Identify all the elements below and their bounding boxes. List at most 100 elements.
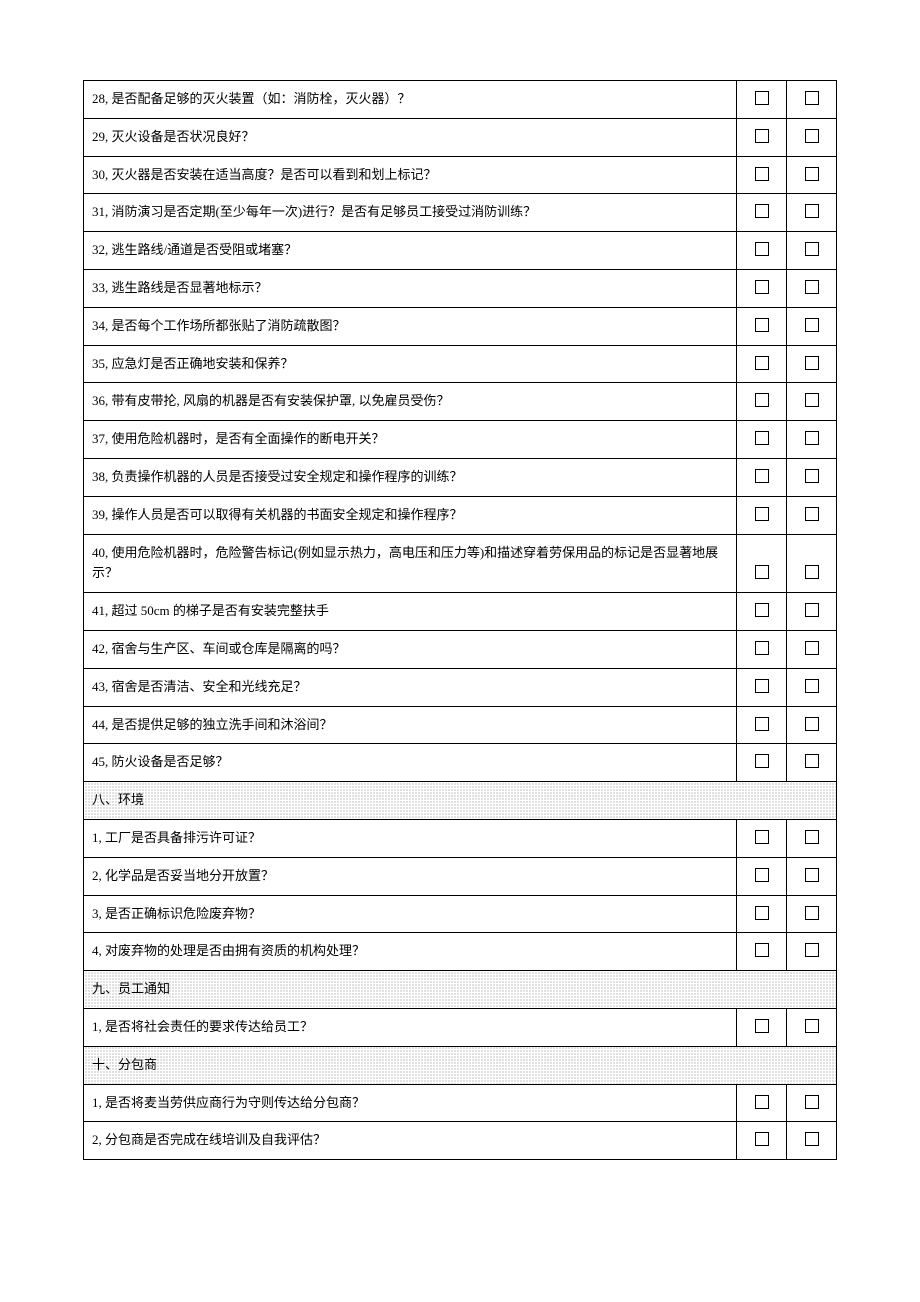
checkbox-icon[interactable] (805, 754, 819, 768)
checkbox-icon[interactable] (805, 91, 819, 105)
checkbox-icon[interactable] (755, 603, 769, 617)
checkbox-icon[interactable] (805, 393, 819, 407)
checkbox-cell-no (787, 156, 837, 194)
checkbox-icon[interactable] (805, 717, 819, 731)
checkbox-cell-no (787, 194, 837, 232)
table-row: 35, 应急灯是否正确地安装和保养？ (84, 345, 837, 383)
checkbox-cell-yes (737, 194, 787, 232)
question-cell: 2, 分包商是否完成在线培训及自我评估？ (84, 1122, 737, 1160)
checkbox-icon[interactable] (755, 1132, 769, 1146)
checkbox-cell-yes (737, 593, 787, 631)
checkbox-icon[interactable] (805, 906, 819, 920)
checkbox-icon[interactable] (755, 242, 769, 256)
checkbox-icon[interactable] (755, 167, 769, 181)
question-cell: 33, 逃生路线是否显著地标示？ (84, 269, 737, 307)
checkbox-cell-no (787, 895, 837, 933)
checkbox-cell-yes (737, 421, 787, 459)
checkbox-cell-no (787, 421, 837, 459)
checkbox-icon[interactable] (755, 280, 769, 294)
checkbox-icon[interactable] (805, 1132, 819, 1146)
section-header: 八、环境 (84, 782, 837, 820)
checkbox-icon[interactable] (755, 469, 769, 483)
checkbox-icon[interactable] (755, 717, 769, 731)
section-header: 九、员工通知 (84, 971, 837, 1009)
checkbox-icon[interactable] (755, 91, 769, 105)
checkbox-icon[interactable] (805, 565, 819, 579)
checkbox-icon[interactable] (755, 830, 769, 844)
checkbox-icon[interactable] (805, 280, 819, 294)
checkbox-cell-yes (737, 744, 787, 782)
checkbox-cell-yes (737, 118, 787, 156)
checkbox-icon[interactable] (805, 469, 819, 483)
checkbox-cell-no (787, 706, 837, 744)
checkbox-icon[interactable] (755, 1095, 769, 1109)
checkbox-icon[interactable] (805, 204, 819, 218)
table-row: 37, 使用危险机器时，是否有全面操作的断电开关？ (84, 421, 837, 459)
checkbox-icon[interactable] (805, 318, 819, 332)
question-cell: 38, 负责操作机器的人员是否接受过安全规定和操作程序的训练？ (84, 458, 737, 496)
table-row: 38, 负责操作机器的人员是否接受过安全规定和操作程序的训练？ (84, 458, 837, 496)
checkbox-icon[interactable] (805, 641, 819, 655)
checkbox-icon[interactable] (755, 318, 769, 332)
table-row: 3, 是否正确标识危险废弃物？ (84, 895, 837, 933)
checkbox-icon[interactable] (755, 431, 769, 445)
checkbox-icon[interactable] (805, 356, 819, 370)
question-cell: 28, 是否配备足够的灭火装置（如：消防栓，灭火器）？ (84, 81, 737, 119)
checkbox-icon[interactable] (755, 679, 769, 693)
checkbox-icon[interactable] (755, 393, 769, 407)
checkbox-icon[interactable] (805, 943, 819, 957)
checkbox-icon[interactable] (805, 830, 819, 844)
checkbox-icon[interactable] (755, 906, 769, 920)
question-cell: 29, 灭火设备是否状况良好？ (84, 118, 737, 156)
question-cell: 3, 是否正确标识危险废弃物？ (84, 895, 737, 933)
checkbox-icon[interactable] (805, 1095, 819, 1109)
checkbox-cell-yes (737, 933, 787, 971)
checkbox-icon[interactable] (805, 507, 819, 521)
table-row: 45, 防火设备是否足够？ (84, 744, 837, 782)
checkbox-icon[interactable] (755, 507, 769, 521)
checkbox-cell-yes (737, 706, 787, 744)
checkbox-icon[interactable] (755, 129, 769, 143)
table-row: 33, 逃生路线是否显著地标示？ (84, 269, 837, 307)
checkbox-icon[interactable] (755, 641, 769, 655)
question-cell: 39, 操作人员是否可以取得有关机器的书面安全规定和操作程序？ (84, 496, 737, 534)
checkbox-icon[interactable] (755, 754, 769, 768)
table-row: 41, 超过 50cm 的梯子是否有安装完整扶手 (84, 593, 837, 631)
section-row: 十、分包商 (84, 1046, 837, 1084)
checkbox-cell-no (787, 1084, 837, 1122)
checkbox-cell-no (787, 857, 837, 895)
section-row: 八、环境 (84, 782, 837, 820)
checkbox-icon[interactable] (755, 1019, 769, 1033)
checkbox-icon[interactable] (805, 868, 819, 882)
checkbox-icon[interactable] (755, 565, 769, 579)
checkbox-cell-no (787, 458, 837, 496)
checkbox-icon[interactable] (805, 1019, 819, 1033)
table-row: 42, 宿舍与生产区、车间或仓库是隔离的吗？ (84, 630, 837, 668)
question-cell: 4, 对废弃物的处理是否由拥有资质的机构处理？ (84, 933, 737, 971)
table-row: 36, 带有皮带抡, 风扇的机器是否有安装保护罩, 以免雇员受伤？ (84, 383, 837, 421)
checkbox-cell-yes (737, 307, 787, 345)
question-cell: 35, 应急灯是否正确地安装和保养？ (84, 345, 737, 383)
table-row: 34, 是否每个工作场所都张贴了消防疏散图？ (84, 307, 837, 345)
checklist-table: 28, 是否配备足够的灭火装置（如：消防栓，灭火器）？29, 灭火设备是否状况良… (83, 80, 837, 1160)
checkbox-icon[interactable] (805, 129, 819, 143)
checkbox-cell-yes (737, 895, 787, 933)
checkbox-icon[interactable] (805, 603, 819, 617)
checkbox-icon[interactable] (755, 943, 769, 957)
checkbox-icon[interactable] (805, 167, 819, 181)
checkbox-cell-no (787, 593, 837, 631)
checkbox-icon[interactable] (805, 679, 819, 693)
checkbox-icon[interactable] (755, 204, 769, 218)
table-row: 44, 是否提供足够的独立洗手间和沐浴间？ (84, 706, 837, 744)
section-header: 十、分包商 (84, 1046, 837, 1084)
checkbox-icon[interactable] (805, 431, 819, 445)
checkbox-cell-no (787, 933, 837, 971)
checkbox-cell-yes (737, 496, 787, 534)
checkbox-cell-no (787, 496, 837, 534)
table-row: 28, 是否配备足够的灭火装置（如：消防栓，灭火器）？ (84, 81, 837, 119)
table-row: 43, 宿舍是否清洁、安全和光线充足？ (84, 668, 837, 706)
checkbox-icon[interactable] (755, 868, 769, 882)
question-cell: 2, 化学品是否妥当地分开放置？ (84, 857, 737, 895)
checkbox-icon[interactable] (805, 242, 819, 256)
checkbox-icon[interactable] (755, 356, 769, 370)
